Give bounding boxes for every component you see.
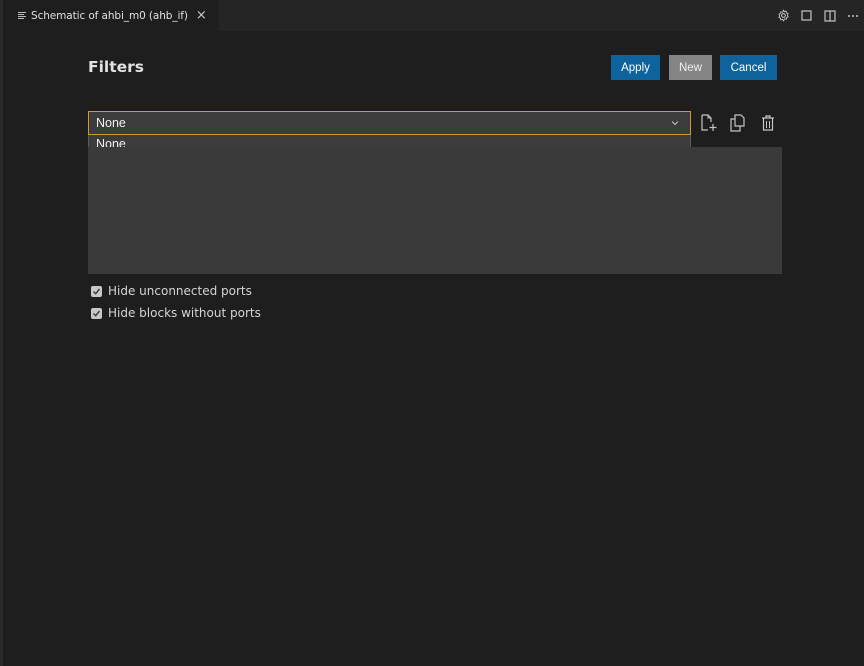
window-left-edge bbox=[0, 0, 3, 666]
hide-blocks-without-ports-checkbox[interactable]: Hide blocks without ports bbox=[91, 306, 261, 320]
editor-actions bbox=[772, 0, 864, 31]
close-tab-icon[interactable]: × bbox=[196, 9, 207, 22]
chevron-down-icon bbox=[670, 117, 680, 131]
apply-button[interactable]: Apply bbox=[611, 55, 660, 80]
more-actions-icon[interactable] bbox=[841, 0, 864, 31]
checkbox-checked-icon[interactable] bbox=[91, 285, 102, 297]
checkbox-checked-icon[interactable] bbox=[91, 307, 102, 319]
tab-title: Schematic of ahbi_m0 (ahb_if) bbox=[31, 9, 188, 22]
maximize-square-icon[interactable] bbox=[795, 0, 818, 31]
menu-lines-icon bbox=[18, 12, 26, 19]
delete-filter-icon[interactable] bbox=[758, 113, 778, 133]
settings-gear-icon[interactable] bbox=[772, 0, 795, 31]
split-editor-icon[interactable] bbox=[818, 0, 841, 31]
cancel-button[interactable]: Cancel bbox=[720, 55, 777, 80]
hide-unconnected-ports-checkbox[interactable]: Hide unconnected ports bbox=[91, 284, 252, 298]
filter-rules-panel bbox=[88, 147, 782, 274]
copy-filter-icon[interactable] bbox=[728, 113, 748, 133]
filter-select-value: None bbox=[96, 116, 126, 130]
filter-select[interactable]: None bbox=[88, 111, 691, 135]
editor-tab-bar: Schematic of ahbi_m0 (ahb_if) × bbox=[3, 0, 864, 31]
tab-schematic[interactable]: Schematic of ahbi_m0 (ahb_if) × bbox=[3, 0, 219, 31]
new-button[interactable]: New bbox=[669, 55, 712, 80]
checkbox-label: Hide blocks without ports bbox=[108, 306, 261, 320]
new-filter-icon[interactable] bbox=[699, 113, 719, 133]
checkbox-label: Hide unconnected ports bbox=[108, 284, 252, 298]
filters-heading: Filters bbox=[88, 58, 145, 76]
